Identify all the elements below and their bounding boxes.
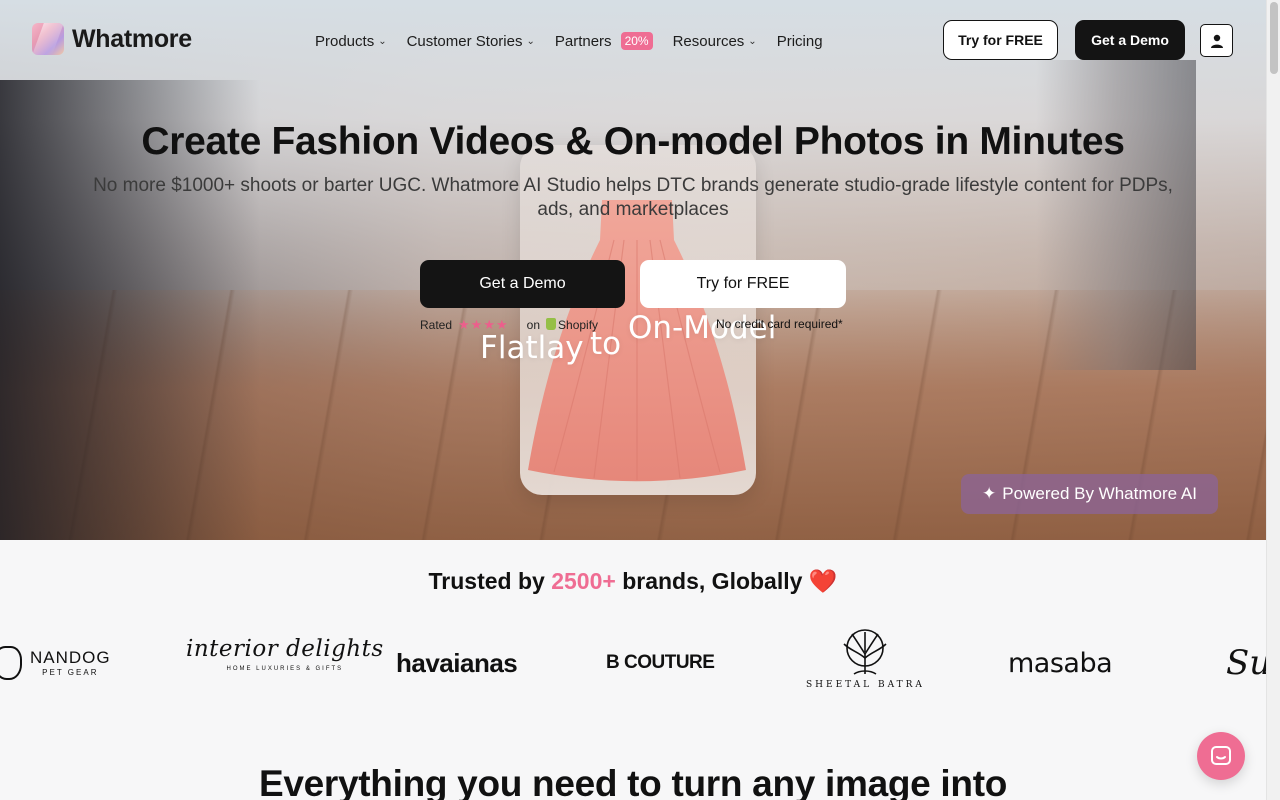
interior-tag: HOME LUXURIES & GIFTS [226, 666, 344, 672]
logo-text: Whatmore [72, 24, 192, 53]
user-icon[interactable] [1200, 24, 1233, 57]
nav-item-label: Pricing [776, 32, 823, 50]
interior-name: interior delights [186, 636, 384, 662]
hero-try-free-button[interactable]: Try for FREE [640, 260, 846, 308]
rated-label: Rated [420, 318, 453, 332]
trusted-heading: Trusted by 2500+ brands, Globally ❤️ [0, 568, 1266, 595]
chevron-down-icon: ⌄ [526, 36, 535, 47]
chat-launcher-button[interactable] [1197, 732, 1245, 780]
nav-item-label: Resources [672, 32, 745, 50]
chat-icon [1211, 746, 1231, 765]
chevron-down-icon: ⌄ [378, 36, 387, 47]
nav-item-customer-stories[interactable]: Customer Stories ⌄ [407, 31, 535, 51]
nav-try-free-button[interactable]: Try for FREE [943, 20, 1058, 60]
sparkle-icon: ✦ [982, 484, 997, 503]
hero-title: Create Fashion Videos & On-model Photos … [141, 120, 1125, 163]
trusted-prefix: Trusted by [428, 568, 545, 594]
shopify-rating: Rated ★★★★ on Shopify [420, 317, 598, 333]
partners-discount-badge: 20% [620, 32, 653, 50]
nav-item-label: Products [315, 32, 375, 50]
nav-item-products[interactable]: Products ⌄ [315, 31, 387, 51]
brand-logo-havaianas: havaianas [396, 647, 518, 678]
chevron-down-icon: ⌄ [748, 36, 757, 47]
powered-by-badge: ✦ Powered By Whatmore AI [961, 474, 1218, 514]
nav-get-demo-button[interactable]: Get a Demo [1075, 20, 1185, 60]
brand-logo-sheetal-batra: SHEETAL BATRA [806, 628, 925, 696]
shopify-label-wrap: Shopify [546, 318, 598, 332]
brand-logo-b-couture: B COUTURE [606, 652, 715, 673]
nav-item-partners[interactable]: Partners 20% [555, 31, 653, 51]
no-credit-card-note: No credit card required* [716, 317, 843, 331]
trusted-suffix: brands, Globally [622, 568, 803, 594]
shopify-label: Shopify [558, 318, 599, 332]
sheetal-name: SHEETAL BATRA [806, 680, 925, 690]
nav-item-resources[interactable]: Resources ⌄ [673, 31, 757, 51]
brand-logo-partial: Su [1226, 643, 1266, 683]
nandog-name: NANDOG [30, 647, 111, 667]
nav-item-label: Partners [554, 32, 612, 50]
scrollbar-thumb[interactable] [1270, 2, 1278, 74]
whatmore-logo-icon [32, 23, 64, 55]
hero-get-demo-button[interactable]: Get a Demo [420, 260, 625, 308]
powered-label: Powered By Whatmore AI [1002, 484, 1197, 503]
tree-icon [843, 629, 888, 675]
dog-icon [0, 646, 22, 680]
heart-icon: ❤️ [808, 568, 838, 594]
hero-section: Flatlay to On-Model Create Fashion Video… [0, 0, 1266, 540]
page-scrollbar[interactable] [1266, 0, 1280, 800]
nandog-sub: PET GEAR [42, 667, 99, 677]
hero-subtitle: No more $1000+ shoots or barter UGC. Wha… [93, 175, 1173, 220]
brand-logo-interior-delights: interior delights HOME LUXURIES & GIFTS [186, 636, 384, 690]
rating-stars-icon: ★★★★ [458, 317, 509, 332]
section-heading: Everything you need to turn any image in… [258, 763, 1008, 800]
overlay-text-flatlay: Flatlay [480, 330, 584, 366]
main-nav: Products ⌄ Customer Stories ⌄ Partners 2… [315, 31, 843, 51]
on-label: on [526, 318, 541, 332]
logo[interactable]: Whatmore [32, 23, 192, 55]
nav-item-pricing[interactable]: Pricing [777, 31, 823, 51]
user-glyph [1210, 34, 1223, 48]
brand-logo-nandog: NANDOG PET GEAR [0, 636, 111, 690]
brand-logo-masaba: masaba [1008, 647, 1113, 679]
shopify-icon [546, 318, 557, 330]
trusted-count: 2500+ [551, 568, 616, 594]
nav-item-label: Customer Stories [406, 32, 523, 50]
